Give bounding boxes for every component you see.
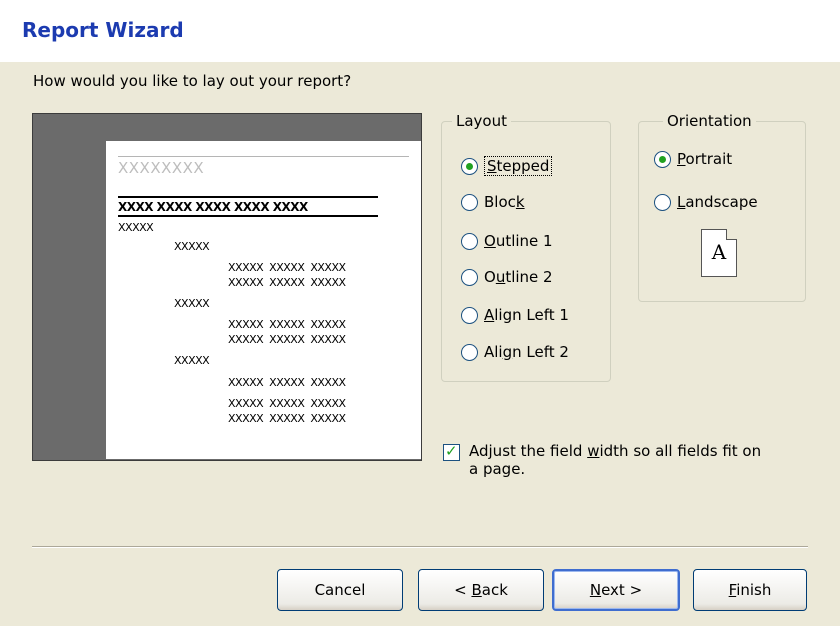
radio-button[interactable] (461, 193, 478, 211)
preview-detail-row: XXXXX XXXXX XXXXX (228, 318, 346, 331)
window-title: Report Wizard (22, 18, 184, 42)
preview-title-placeholder: XXXXXXXX (118, 159, 205, 177)
layout-legend: Layout (456, 112, 507, 130)
page-icon-letter: A (711, 240, 727, 264)
radio-outline-1[interactable]: Outline 1 (461, 232, 553, 250)
radio-block[interactable]: Block (461, 193, 525, 211)
preview-detail-row: XXXXX XXXXX XXXXX (228, 376, 346, 389)
radio-label-stepped: Stepped (484, 156, 553, 176)
radio-button[interactable] (461, 232, 478, 250)
preview-header-row: XXXX XXXX XXXX XXXX XXXX (118, 200, 308, 214)
back-button[interactable]: < Back (418, 569, 544, 611)
radio-label-portrait: Portrait (677, 150, 733, 168)
preview-header-rule-top (118, 196, 378, 198)
radio-label-outline-2: Outline 2 (484, 268, 553, 286)
preview-group2-row: XXXXX (174, 354, 210, 367)
orientation-legend: Orientation (667, 112, 752, 130)
page-fold (726, 229, 737, 240)
adjust-field-width-label: Adjust the field width so all fields fit… (469, 442, 762, 478)
finish-button[interactable]: Finish (693, 569, 807, 611)
next-button-label: Next > (589, 581, 643, 599)
finish-button-label: Finish (728, 581, 772, 599)
radio-stepped[interactable]: Stepped (461, 156, 553, 176)
preview-detail-row: XXXXX XXXXX XXXXX (228, 397, 346, 410)
preview-detail-row: XXXXX XXXXX XXXXX (228, 276, 346, 289)
preview-detail-row: XXXXX XXXXX XXXXX (228, 412, 346, 425)
radio-label-landscape: Landscape (677, 193, 758, 211)
radio-label-block: Block (484, 193, 525, 211)
radio-align-left-2[interactable]: Align Left 2 (461, 343, 569, 361)
radio-portrait[interactable]: Portrait (654, 150, 732, 168)
radio-button[interactable] (461, 306, 478, 324)
wizard-prompt: How would you like to lay out your repor… (33, 72, 352, 90)
next-button[interactable]: Next > (552, 569, 680, 611)
cancel-button[interactable]: Cancel (277, 569, 403, 611)
radio-label-align-left-2: Align Left 2 (484, 343, 569, 361)
checkbox-checked[interactable] (443, 442, 460, 461)
radio-button-selected[interactable] (654, 150, 671, 168)
radio-button[interactable] (461, 343, 478, 361)
radio-button[interactable] (654, 193, 671, 211)
preview-top-rule (118, 156, 409, 157)
preview-detail-row: XXXXX XXXXX XXXXX (228, 261, 346, 274)
radio-align-left-1[interactable]: Align Left 1 (461, 306, 569, 324)
radio-button[interactable] (461, 268, 478, 286)
radio-outline-2[interactable]: Outline 2 (461, 268, 553, 286)
radio-label-outline-1: Outline 1 (484, 232, 553, 250)
preview-group2-row: XXXXX (174, 297, 210, 310)
preview-detail-row: XXXXX XXXXX XXXXX (228, 333, 346, 346)
adjust-field-width-checkbox[interactable]: Adjust the field width so all fields fit… (443, 442, 761, 478)
cancel-button-label: Cancel (314, 581, 366, 599)
radio-label-align-left-1: Align Left 1 (484, 306, 569, 324)
back-button-label: < Back (454, 581, 508, 599)
radio-landscape[interactable]: Landscape (654, 193, 758, 211)
layout-preview: XXXXXXXX XXXX XXXX XXXX XXXX XXXX XXXXX … (32, 113, 422, 461)
radio-button-selected[interactable] (461, 157, 478, 175)
portrait-page-icon: A (701, 229, 737, 277)
title-bar: Report Wizard (0, 0, 840, 62)
preview-page: XXXXXXXX XXXX XXXX XXXX XXXX XXXX XXXXX … (106, 141, 421, 459)
preview-header-rule-bottom (118, 215, 378, 217)
preview-group1-row: XXXXX (118, 221, 154, 234)
button-separator (32, 546, 808, 548)
preview-group2-row: XXXXX (174, 240, 210, 253)
